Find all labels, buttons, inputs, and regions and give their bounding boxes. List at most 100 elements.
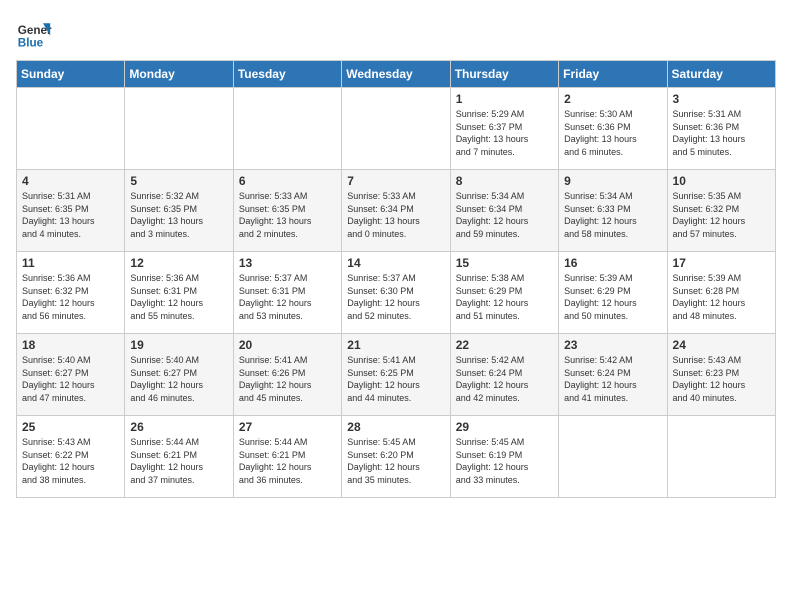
day-info: Sunrise: 5:34 AM Sunset: 6:33 PM Dayligh… [564, 190, 661, 240]
day-info: Sunrise: 5:36 AM Sunset: 6:31 PM Dayligh… [130, 272, 227, 322]
day-number: 7 [347, 174, 444, 188]
day-cell: 13 Sunrise: 5:37 AM Sunset: 6:31 PM Dayli… [233, 252, 341, 334]
day-cell: 1Sunrise: 5:29 AM Sunset: 6:37 PM Daylig… [450, 88, 558, 170]
day-info: Sunrise: 5:32 AM Sunset: 6:35 PM Dayligh… [130, 190, 227, 240]
day-info: Sunrise: 5:31 AM Sunset: 6:36 PM Dayligh… [673, 108, 770, 158]
day-cell: 5 Sunrise: 5:32 AM Sunset: 6:35 PM Daylig… [125, 170, 233, 252]
day-number: 2 [564, 92, 661, 106]
day-number: 29 [456, 420, 553, 434]
day-number: 17 [673, 256, 770, 270]
week-row-3: 18 Sunrise: 5:40 AM Sunset: 6:27 PM Dayli… [17, 334, 776, 416]
day-info: Sunrise: 5:39 AM Sunset: 6:29 PM Dayligh… [564, 272, 661, 322]
day-info: Sunrise: 5:45 AM Sunset: 6:20 PM Dayligh… [347, 436, 444, 486]
day-cell: 9 Sunrise: 5:34 AM Sunset: 6:33 PM Daylig… [559, 170, 667, 252]
day-number: 14 [347, 256, 444, 270]
week-row-1: 4Sunrise: 5:31 AM Sunset: 6:35 PM Daylig… [17, 170, 776, 252]
day-info: Sunrise: 5:35 AM Sunset: 6:32 PM Dayligh… [673, 190, 770, 240]
day-info: Sunrise: 5:33 AM Sunset: 6:34 PM Dayligh… [347, 190, 444, 240]
day-number: 28 [347, 420, 444, 434]
day-cell: 10 Sunrise: 5:35 AM Sunset: 6:32 PM Dayli… [667, 170, 775, 252]
day-info: Sunrise: 5:30 AM Sunset: 6:36 PM Dayligh… [564, 108, 661, 158]
week-row-4: 25Sunrise: 5:43 AM Sunset: 6:22 PM Dayli… [17, 416, 776, 498]
day-cell: 12 Sunrise: 5:36 AM Sunset: 6:31 PM Dayli… [125, 252, 233, 334]
day-cell: 23 Sunrise: 5:42 AM Sunset: 6:24 PM Dayli… [559, 334, 667, 416]
day-cell: 7 Sunrise: 5:33 AM Sunset: 6:34 PM Daylig… [342, 170, 450, 252]
day-number: 27 [239, 420, 336, 434]
header-saturday: Saturday [667, 61, 775, 88]
week-row-2: 11Sunrise: 5:36 AM Sunset: 6:32 PM Dayli… [17, 252, 776, 334]
day-info: Sunrise: 5:42 AM Sunset: 6:24 PM Dayligh… [456, 354, 553, 404]
day-number: 12 [130, 256, 227, 270]
day-cell [233, 88, 341, 170]
day-cell: 20 Sunrise: 5:41 AM Sunset: 6:26 PM Dayli… [233, 334, 341, 416]
day-number: 10 [673, 174, 770, 188]
days-header-row: SundayMondayTuesdayWednesdayThursdayFrid… [17, 61, 776, 88]
day-info: Sunrise: 5:41 AM Sunset: 6:25 PM Dayligh… [347, 354, 444, 404]
day-info: Sunrise: 5:40 AM Sunset: 6:27 PM Dayligh… [22, 354, 119, 404]
day-number: 11 [22, 256, 119, 270]
day-cell [125, 88, 233, 170]
logo-icon: General Blue [16, 16, 52, 52]
page-header: General Blue [16, 16, 776, 52]
day-number: 5 [130, 174, 227, 188]
day-cell: 16Sunrise: 5:39 AM Sunset: 6:29 PM Dayli… [559, 252, 667, 334]
day-number: 20 [239, 338, 336, 352]
day-number: 13 [239, 256, 336, 270]
logo: General Blue [16, 16, 52, 52]
day-number: 19 [130, 338, 227, 352]
header-monday: Monday [125, 61, 233, 88]
day-cell [17, 88, 125, 170]
header-wednesday: Wednesday [342, 61, 450, 88]
day-cell: 3 Sunrise: 5:31 AM Sunset: 6:36 PM Daylig… [667, 88, 775, 170]
day-cell: 28 Sunrise: 5:45 AM Sunset: 6:20 PM Dayli… [342, 416, 450, 498]
day-info: Sunrise: 5:40 AM Sunset: 6:27 PM Dayligh… [130, 354, 227, 404]
header-thursday: Thursday [450, 61, 558, 88]
day-info: Sunrise: 5:44 AM Sunset: 6:21 PM Dayligh… [130, 436, 227, 486]
day-number: 26 [130, 420, 227, 434]
day-cell [667, 416, 775, 498]
day-number: 9 [564, 174, 661, 188]
week-row-0: 1Sunrise: 5:29 AM Sunset: 6:37 PM Daylig… [17, 88, 776, 170]
day-info: Sunrise: 5:41 AM Sunset: 6:26 PM Dayligh… [239, 354, 336, 404]
day-number: 21 [347, 338, 444, 352]
calendar-table: SundayMondayTuesdayWednesdayThursdayFrid… [16, 60, 776, 498]
day-cell: 18 Sunrise: 5:40 AM Sunset: 6:27 PM Dayli… [17, 334, 125, 416]
day-cell: 25Sunrise: 5:43 AM Sunset: 6:22 PM Dayli… [17, 416, 125, 498]
day-number: 1 [456, 92, 553, 106]
day-number: 25 [22, 420, 119, 434]
day-cell: 24 Sunrise: 5:43 AM Sunset: 6:23 PM Dayli… [667, 334, 775, 416]
day-cell: 14 Sunrise: 5:37 AM Sunset: 6:30 PM Dayli… [342, 252, 450, 334]
svg-text:Blue: Blue [18, 37, 44, 50]
day-cell: 19 Sunrise: 5:40 AM Sunset: 6:27 PM Dayli… [125, 334, 233, 416]
day-cell: 15 Sunrise: 5:38 AM Sunset: 6:29 PM Dayli… [450, 252, 558, 334]
day-cell [342, 88, 450, 170]
day-number: 4 [22, 174, 119, 188]
day-cell: 21 Sunrise: 5:41 AM Sunset: 6:25 PM Dayli… [342, 334, 450, 416]
day-cell [559, 416, 667, 498]
day-info: Sunrise: 5:37 AM Sunset: 6:31 PM Dayligh… [239, 272, 336, 322]
day-cell: 22Sunrise: 5:42 AM Sunset: 6:24 PM Dayli… [450, 334, 558, 416]
day-cell: 26 Sunrise: 5:44 AM Sunset: 6:21 PM Dayli… [125, 416, 233, 498]
day-cell: 4Sunrise: 5:31 AM Sunset: 6:35 PM Daylig… [17, 170, 125, 252]
day-info: Sunrise: 5:38 AM Sunset: 6:29 PM Dayligh… [456, 272, 553, 322]
day-info: Sunrise: 5:34 AM Sunset: 6:34 PM Dayligh… [456, 190, 553, 240]
day-info: Sunrise: 5:42 AM Sunset: 6:24 PM Dayligh… [564, 354, 661, 404]
day-number: 8 [456, 174, 553, 188]
header-friday: Friday [559, 61, 667, 88]
day-info: Sunrise: 5:37 AM Sunset: 6:30 PM Dayligh… [347, 272, 444, 322]
header-tuesday: Tuesday [233, 61, 341, 88]
day-info: Sunrise: 5:43 AM Sunset: 6:23 PM Dayligh… [673, 354, 770, 404]
day-number: 18 [22, 338, 119, 352]
day-cell: 2 Sunrise: 5:30 AM Sunset: 6:36 PM Daylig… [559, 88, 667, 170]
day-cell: 27 Sunrise: 5:44 AM Sunset: 6:21 PM Dayli… [233, 416, 341, 498]
day-info: Sunrise: 5:45 AM Sunset: 6:19 PM Dayligh… [456, 436, 553, 486]
day-number: 6 [239, 174, 336, 188]
day-cell: 6Sunrise: 5:33 AM Sunset: 6:35 PM Daylig… [233, 170, 341, 252]
day-info: Sunrise: 5:44 AM Sunset: 6:21 PM Dayligh… [239, 436, 336, 486]
day-info: Sunrise: 5:39 AM Sunset: 6:28 PM Dayligh… [673, 272, 770, 322]
day-number: 15 [456, 256, 553, 270]
day-number: 3 [673, 92, 770, 106]
header-sunday: Sunday [17, 61, 125, 88]
day-number: 24 [673, 338, 770, 352]
day-number: 23 [564, 338, 661, 352]
